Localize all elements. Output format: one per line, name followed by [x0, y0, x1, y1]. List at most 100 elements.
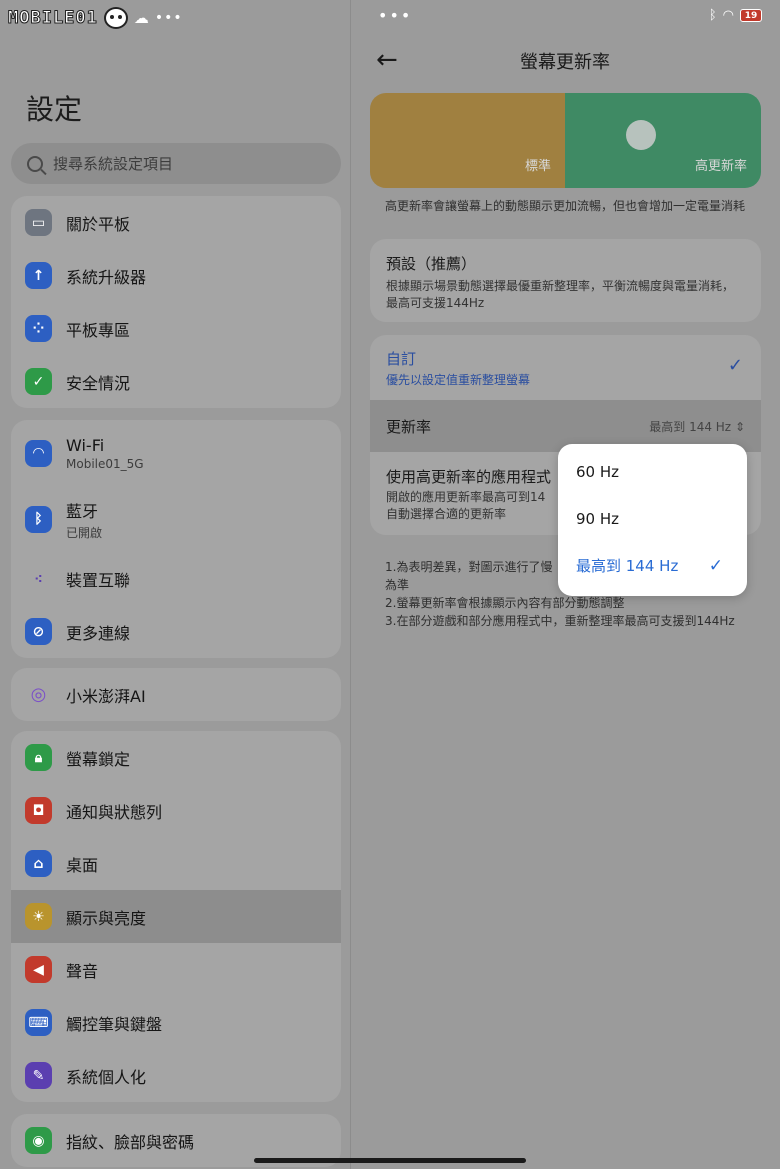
sidebar-item-label: 通知與狀態列 — [66, 802, 163, 822]
dropdown-option-144hz[interactable]: 最高到 144 Hz ✓ — [558, 542, 747, 589]
custom-option-title: 自訂 — [386, 350, 417, 368]
default-option-card[interactable]: 預設（推薦） 根據顯示場景動態選擇最優重新整理率，平衡流暢度與電量消耗，最高可支… — [370, 239, 761, 322]
sidebar-item-label: 指紋、臉部與密碼 — [66, 1132, 195, 1152]
settings-group-connections: ◠ Wi-Fi Mobile01_5G ᛒ 藍牙 已開啟 ⁖ 裝置互聯 ⊘ 更多… — [11, 420, 341, 658]
tablet-icon: ▭ — [25, 209, 52, 236]
sidebar-item-label: 桌面 — [66, 855, 99, 875]
watermark-face-icon — [103, 7, 128, 29]
sidebar-item-personalization[interactable]: ✎ 系統個人化 — [11, 1049, 341, 1102]
sidebar-item-label: Wi-Fi — [66, 435, 105, 455]
search-icon — [27, 155, 43, 172]
preview-high-refresh: 高更新率 — [565, 93, 761, 188]
sidebar-item-about-tablet[interactable]: ▭ 關於平板 — [11, 196, 341, 249]
sidebar-item-label: 觸控筆與鍵盤 — [66, 1014, 163, 1034]
dropdown-option-label: 90 Hz — [576, 509, 620, 528]
status-bar-left: MOBILE01 ☁ ••• — [8, 4, 183, 32]
default-option-title: 預設（推薦） — [386, 255, 477, 273]
sun-icon: ☀ — [25, 903, 52, 930]
custom-option-subtitle: 優先以設定值重新整理螢幕 — [386, 373, 531, 387]
settings-group-device: ▭ 關於平板 ↑ 系統升級器 ⁘ 平板專區 ✓ 安全情況 — [11, 196, 341, 408]
sidebar-item-label: 安全情況 — [66, 373, 131, 393]
sidebar-item-device-link[interactable]: ⁖ 裝置互聯 — [11, 552, 341, 605]
search-input[interactable]: 搜尋系統設定項目 — [11, 143, 341, 184]
notification-icon: ◘ — [25, 797, 52, 824]
brush-icon: ✎ — [25, 1062, 52, 1089]
checkmark-icon: ✓ — [708, 555, 723, 576]
preview-standard-label: 標準 — [524, 159, 551, 174]
grid-dots-icon: ⁘ — [25, 315, 52, 342]
sidebar-item-label: 更多連線 — [66, 623, 131, 643]
sidebar-item-display-brightness[interactable]: ☀ 顯示與亮度 — [11, 890, 341, 943]
detail-title: 螢幕更新率 — [520, 52, 610, 73]
sidebar-item-label: 螢幕鎖定 — [66, 749, 131, 769]
sidebar-item-tablet-zone[interactable]: ⁘ 平板專區 — [11, 302, 341, 355]
wifi-network-name: Mobile01_5G — [66, 456, 144, 471]
more-notifications-icon: ••• — [154, 10, 183, 26]
dropdown-option-60hz[interactable]: 60 Hz — [558, 448, 747, 495]
cloud-icon: ☁ — [133, 9, 149, 27]
upgrade-arrow-icon: ↑ — [25, 262, 52, 289]
sidebar-item-more-connections[interactable]: ⊘ 更多連線 — [11, 605, 341, 658]
keyboard-icon: ⌨ — [25, 1009, 52, 1036]
watermark-logo: MOBILE01 — [8, 8, 98, 29]
preview-ball — [626, 120, 656, 150]
battery-icon: 19 — [740, 9, 762, 22]
device-link-icon: ⁖ — [34, 571, 43, 586]
wifi-icon: ◠ — [25, 439, 52, 467]
sidebar-item-security[interactable]: ✓ 安全情況 — [11, 355, 341, 408]
preview-standard: 標準 — [370, 93, 565, 188]
wifi-status-icon: ◠ — [722, 8, 734, 23]
refresh-rate-dropdown: 60 Hz 90 Hz 最高到 144 Hz ✓ — [558, 444, 747, 596]
sidebar-item-wifi[interactable]: ◠ Wi-Fi Mobile01_5G — [11, 420, 341, 486]
sidebar-item-system-update[interactable]: ↑ 系統升級器 — [11, 249, 341, 302]
preview-high-label: 高更新率 — [694, 159, 747, 174]
sidebar-item-sound[interactable]: ◀ 聲音 — [11, 943, 341, 996]
refresh-rate-value: 最高到 144 Hz — [649, 419, 732, 434]
back-arrow-icon[interactable]: ← — [376, 45, 398, 75]
sidebar-item-bluetooth[interactable]: ᛒ 藍牙 已開啟 — [11, 486, 341, 552]
sidebar-item-label: 藍牙 — [66, 501, 99, 521]
sidebar-item-label: 小米澎湃AI — [66, 686, 146, 706]
custom-option-row[interactable]: 自訂 優先以設定值重新整理螢幕 ✓ — [370, 335, 761, 400]
dropdown-option-90hz[interactable]: 90 Hz — [558, 495, 747, 542]
sidebar-item-label: 系統個人化 — [66, 1067, 147, 1087]
status-bar-right: ᛒ ◠ 19 — [709, 8, 762, 23]
sidebar-item-label: 裝置互聯 — [66, 570, 131, 590]
default-option-subtitle: 根據顯示場景動態選擇最優重新整理率，平衡流暢度與電量消耗，最高可支援144Hz — [386, 279, 735, 310]
refresh-rate-description: 高更新率會讓螢幕上的動態顯示更加流暢，但也會增加一定電量消耗 — [385, 199, 746, 213]
ai-swirl-icon: ◎ — [30, 684, 47, 705]
sidebar-item-hyper-ai[interactable]: ◎ 小米澎湃AI — [11, 668, 341, 721]
settings-sidebar: MOBILE01 ☁ ••• 設定 搜尋系統設定項目 ▭ 關於平板 ↑ 系統升級… — [0, 0, 350, 1169]
home-indicator[interactable] — [254, 1158, 526, 1163]
sidebar-item-label: 系統升級器 — [66, 267, 147, 287]
sidebar-item-notifications[interactable]: ◘ 通知與狀態列 — [11, 784, 341, 837]
bluetooth-status-icon: ᛒ — [708, 8, 717, 23]
fingerprint-icon: ◉ — [25, 1127, 52, 1154]
lock-icon: 🔒︎ — [25, 744, 52, 771]
refresh-rate-label: 更新率 — [386, 417, 432, 436]
bluetooth-icon: ᛒ — [25, 505, 52, 533]
note-line: 2.螢幕更新率會根據顯示內容有部分動態調整 — [385, 596, 625, 610]
sidebar-item-label: 聲音 — [66, 961, 99, 981]
sidebar-item-label: 平板專區 — [66, 320, 131, 340]
more-notifications-icon: ••• — [378, 6, 413, 25]
sidebar-item-lock-screen[interactable]: 🔒︎ 螢幕鎖定 — [11, 731, 341, 784]
dropdown-option-label: 60 Hz — [576, 462, 620, 481]
home-icon: ⌂ — [25, 850, 52, 877]
search-placeholder: 搜尋系統設定項目 — [53, 155, 174, 173]
sidebar-item-label: 顯示與亮度 — [66, 908, 147, 928]
sidebar-item-home-screen[interactable]: ⌂ 桌面 — [11, 837, 341, 890]
page-title: 設定 — [26, 93, 83, 126]
chevron-up-down-icon: ⇕ — [734, 419, 745, 434]
sidebar-item-label: 關於平板 — [66, 214, 131, 234]
speaker-icon: ◀ — [25, 956, 52, 983]
checkmark-icon: ✓ — [727, 355, 743, 376]
settings-group-ai: ◎ 小米澎湃AI — [11, 668, 341, 721]
sidebar-item-stylus-keyboard[interactable]: ⌨ 觸控筆與鍵盤 — [11, 996, 341, 1049]
shield-check-icon: ✓ — [25, 368, 52, 395]
note-line: 3.在部分遊戲和部分應用程式中，重新整理率最高可支援到144Hz — [385, 614, 735, 628]
link-icon: ⊘ — [25, 618, 52, 645]
dropdown-option-label: 最高到 144 Hz — [576, 557, 679, 575]
bluetooth-status: 已開啟 — [66, 525, 103, 540]
settings-group-display: 🔒︎ 螢幕鎖定 ◘ 通知與狀態列 ⌂ 桌面 ☀ 顯示與亮度 ◀ 聲音 ⌨ 觸控筆… — [11, 731, 341, 1102]
